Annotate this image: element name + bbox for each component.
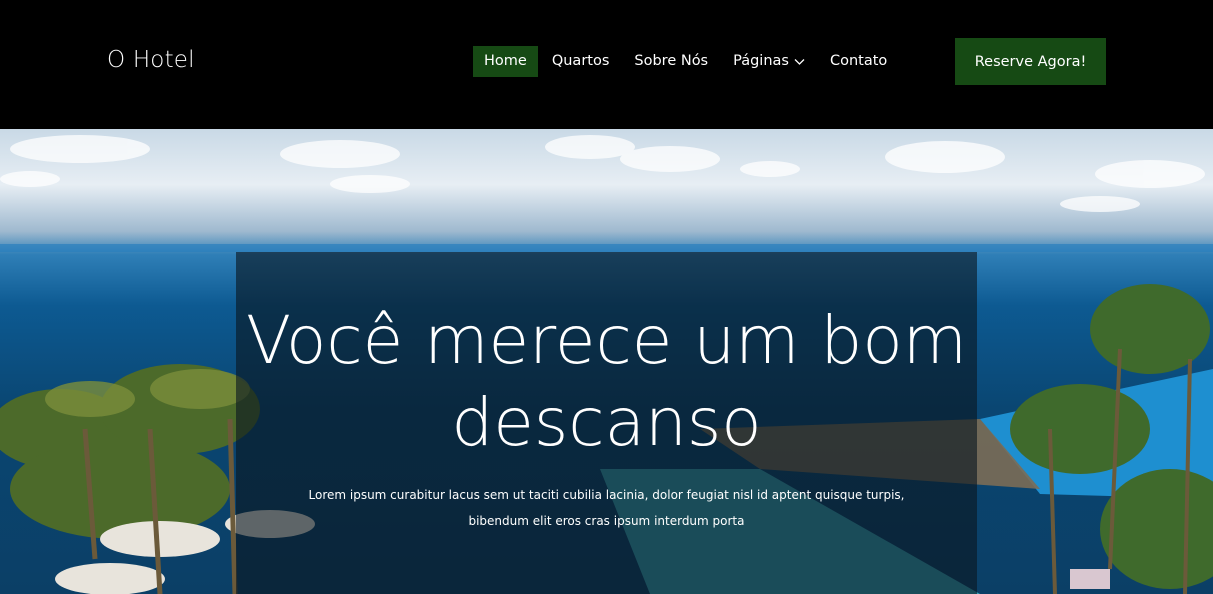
nav-item-label: Quartos (551, 53, 610, 69)
site-logo[interactable]: O Hotel (107, 47, 195, 73)
chevron-down-icon (794, 58, 805, 65)
hero-headline: Você merece um bom descanso (236, 300, 977, 464)
nav-item-paginas[interactable]: Páginas (722, 46, 816, 77)
nav-item-label: Páginas (733, 53, 789, 69)
reserve-now-button[interactable]: Reserve Agora! (955, 38, 1106, 85)
hero-subtext: Lorem ipsum curabitur lacus sem ut tacit… (308, 488, 905, 528)
nav-item-quartos[interactable]: Quartos (541, 46, 621, 77)
site-header: O Hotel Home Quartos Sobre Nós Páginas C… (0, 0, 1213, 129)
hero-headline-line-2: descanso (451, 384, 762, 461)
nav-item-contato[interactable]: Contato (819, 46, 898, 77)
nav-item-label: Sobre Nós (634, 53, 709, 69)
nav-item-sobre-nos[interactable]: Sobre Nós (623, 46, 719, 77)
nav-item-label: Contato (829, 53, 888, 69)
main-nav: Home Quartos Sobre Nós Páginas Contato (473, 46, 901, 77)
nav-item-label: Home (484, 53, 527, 69)
hero-headline-line-1: Você merece um bom (245, 302, 967, 379)
nav-item-home[interactable]: Home (473, 46, 538, 77)
hero-section: Você merece um bom descanso Lorem ipsum … (0, 129, 1213, 594)
